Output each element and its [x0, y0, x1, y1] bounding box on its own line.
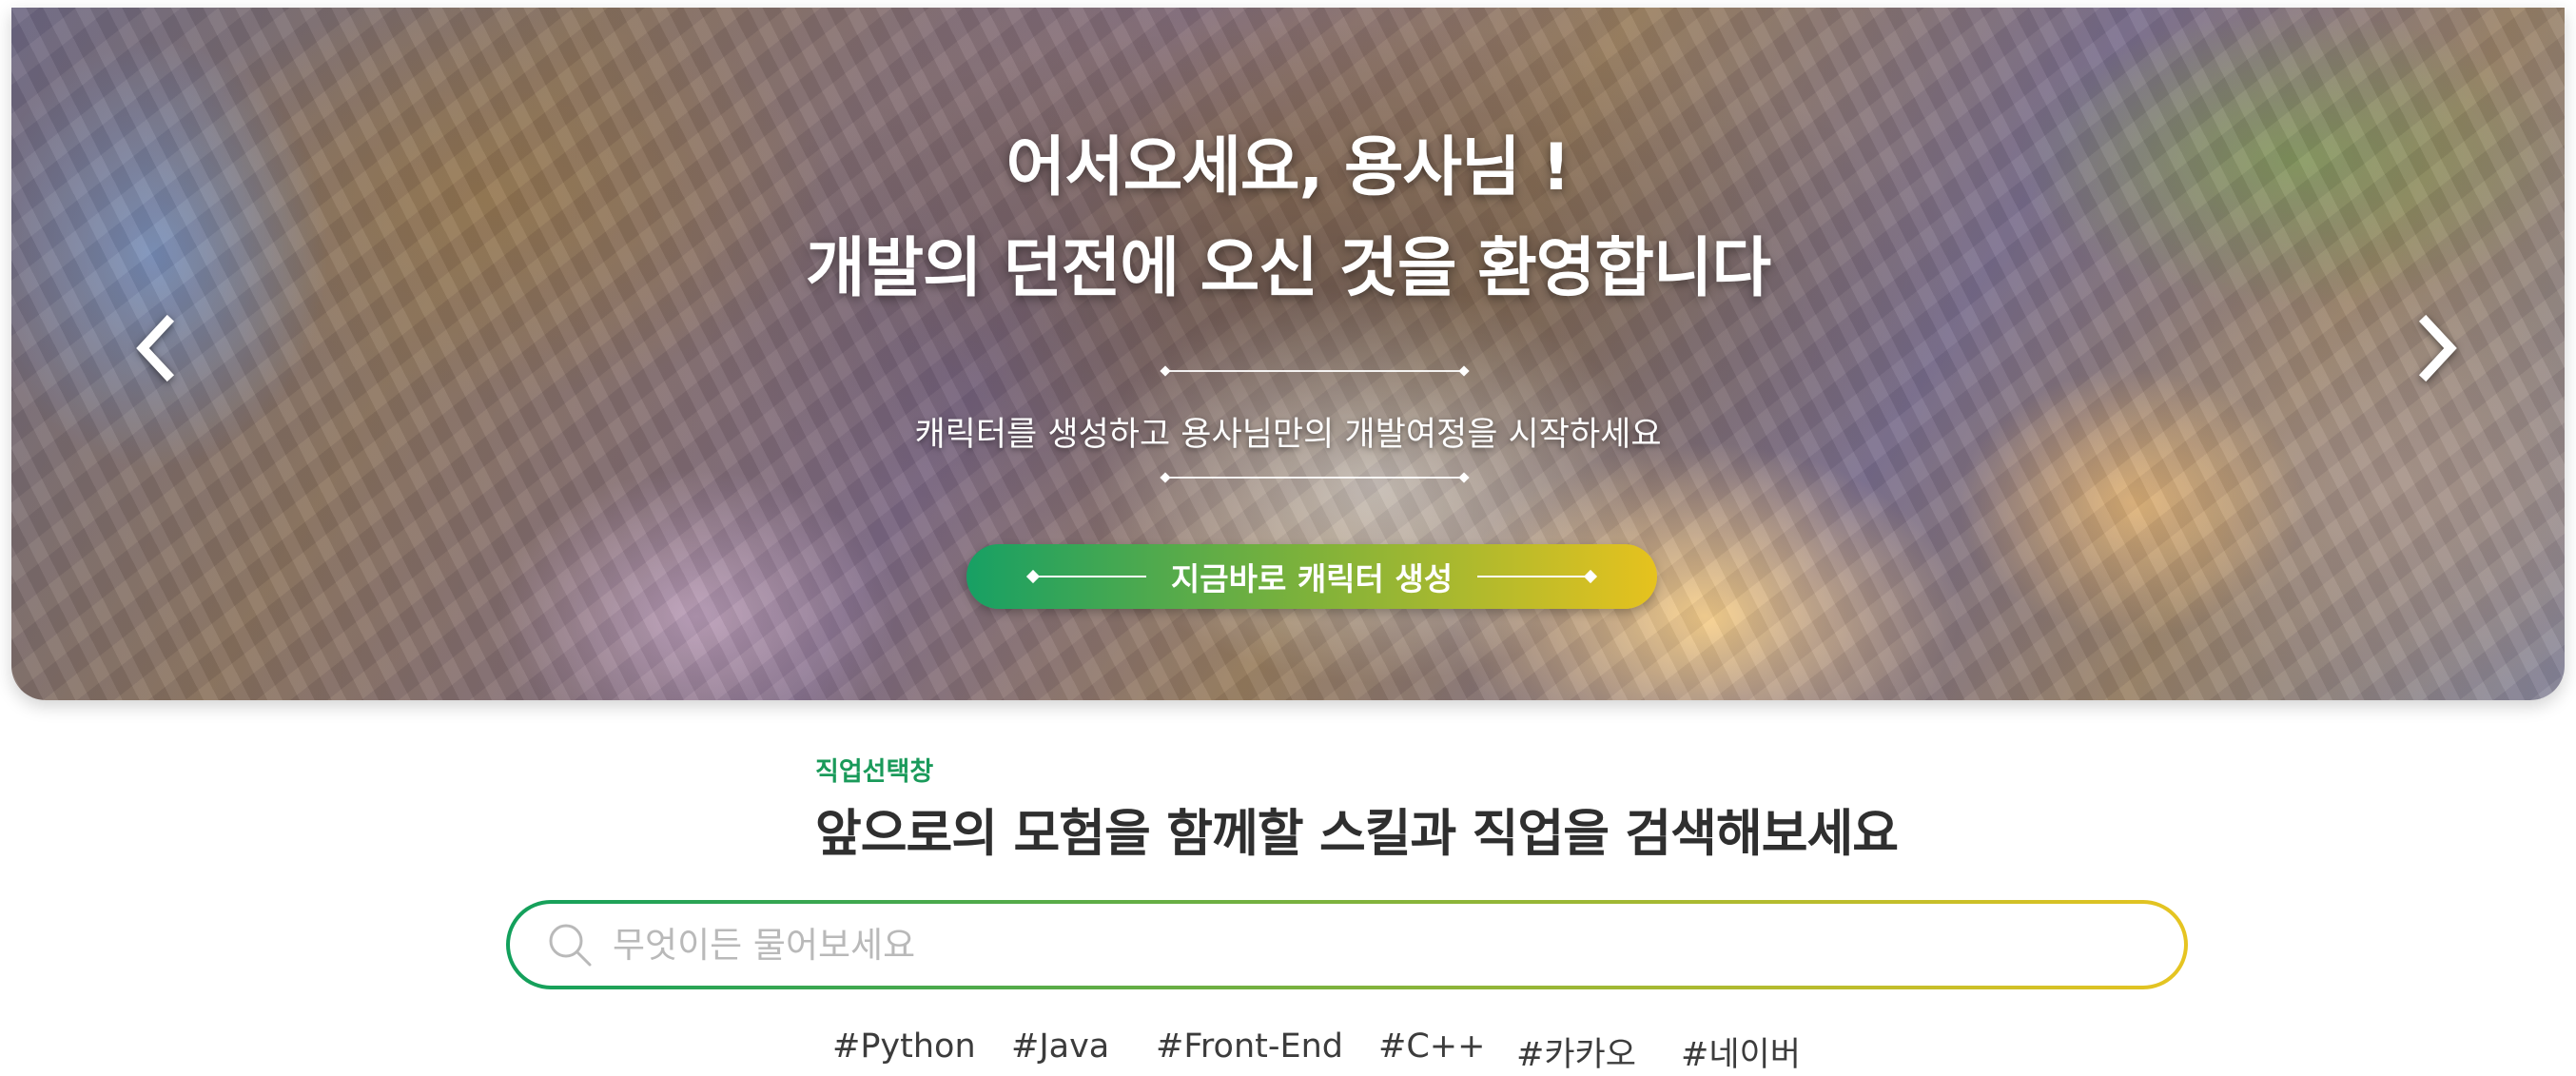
search-icon[interactable]	[546, 921, 594, 968]
chevron-right-icon	[2418, 314, 2457, 382]
carousel-next-button[interactable]	[2399, 310, 2475, 386]
search-bar-inner	[510, 904, 2184, 986]
tag-kakao[interactable]: #카카오	[1516, 1027, 1636, 1076]
tag-cpp[interactable]: #C++	[1378, 1027, 1485, 1066]
tag-python[interactable]: #Python	[832, 1027, 976, 1066]
search-bar	[506, 900, 2188, 989]
tag-naver[interactable]: #네이버	[1681, 1027, 1801, 1076]
search-input[interactable]	[611, 923, 2038, 967]
chevron-left-icon	[136, 314, 175, 382]
tag-front-end[interactable]: #Front-End	[1156, 1027, 1343, 1066]
cta-decoration-left	[1031, 576, 1146, 577]
job-search-title: 앞으로의 모험을 함께할 스킬과 직업을 검색해보세요	[815, 805, 1899, 863]
create-character-button[interactable]: 지금바로 캐릭터 생성	[966, 544, 1657, 609]
hero-title-line2: 개발의 던전에 오신 것을 환영합니다	[805, 231, 1771, 306]
job-search-label: 직업선택창	[815, 757, 934, 787]
carousel-prev-button[interactable]	[118, 310, 194, 386]
hero-divider-bottom	[1164, 477, 1465, 479]
hero-content: 어서오세요, 용사님 ! 개발의 던전에 오신 것을 환영합니다 캐릭터를 생성…	[11, 8, 2565, 700]
cta-decoration-right	[1477, 576, 1592, 577]
hero-subtitle: 캐릭터를 생성하고 용사님만의 개발여정을 시작하세요	[914, 416, 1662, 454]
tag-java[interactable]: #Java	[1011, 1027, 1109, 1066]
hero-banner: 어서오세요, 용사님 ! 개발의 던전에 오신 것을 환영합니다 캐릭터를 생성…	[11, 8, 2565, 700]
hero-title-line1: 어서오세요, 용사님 !	[1005, 130, 1571, 205]
hero-divider-top	[1164, 370, 1465, 372]
tag-list: #Python #Java #Front-End #C++ #카카오 #네이버	[0, 1027, 2576, 1074]
create-character-button-label: 지금바로 캐릭터 생성	[1170, 560, 1454, 597]
